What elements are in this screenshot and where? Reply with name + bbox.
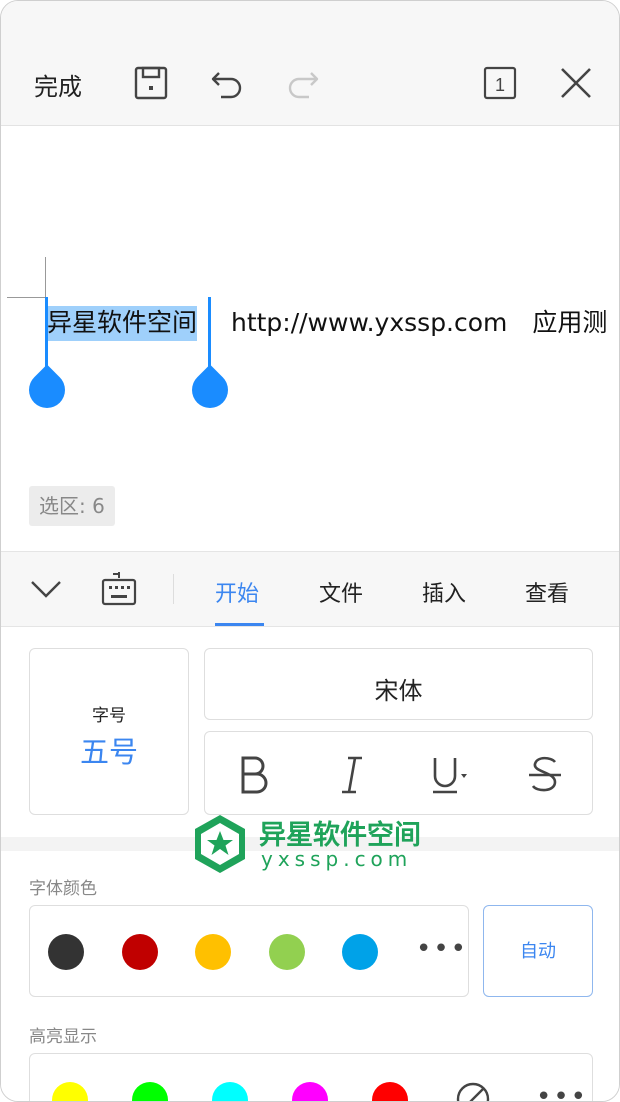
close-icon[interactable] <box>556 63 596 103</box>
save-icon[interactable] <box>131 63 171 103</box>
tab-home[interactable]: 开始 <box>215 576 259 608</box>
font-color-swatch[interactable] <box>342 934 378 970</box>
undo-icon[interactable] <box>207 63 247 103</box>
font-color-swatch[interactable] <box>122 934 158 970</box>
highlight-title: 高亮显示 <box>29 1027 97 1047</box>
strikethrough-icon[interactable] <box>525 752 565 800</box>
collapse-chevron-icon[interactable] <box>29 574 63 608</box>
app-window: 完成 1 异星软件空间 http://www.yxssp.com 应用测 选区:… <box>0 0 620 1102</box>
selection-count-badge: 选区: 6 <box>29 486 115 526</box>
highlight-swatch[interactable] <box>292 1082 328 1101</box>
tab-view[interactable]: 查看 <box>525 576 569 608</box>
highlight-swatch[interactable] <box>212 1082 248 1101</box>
font-size-value: 五号 <box>79 735 138 769</box>
tab-file[interactable]: 文件 <box>319 576 363 608</box>
selection-start-handle[interactable] <box>21 364 73 416</box>
top-toolbar: 完成 1 <box>1 1 619 126</box>
ribbon-tab-bar: 开始 文件 插入 查看 <box>1 551 619 627</box>
font-size-button[interactable]: 字号 五号 <box>29 648 189 815</box>
more-highlight-colors-button[interactable]: ••• <box>536 1082 588 1101</box>
more-font-colors-button[interactable]: ••• <box>416 934 468 964</box>
selection-end-handle[interactable] <box>184 364 236 416</box>
font-color-swatch[interactable] <box>195 934 231 970</box>
active-tab-indicator <box>215 623 264 626</box>
auto-color-button[interactable]: 自动 <box>483 905 593 997</box>
highlight-swatch[interactable] <box>52 1082 88 1101</box>
document-text-line[interactable]: 异星软件空间 http://www.yxssp.com 应用测 <box>47 303 608 341</box>
keyboard-icon[interactable] <box>101 570 137 612</box>
bold-icon[interactable] <box>233 752 273 800</box>
highlight-palette: ••• <box>29 1053 593 1101</box>
document-text: http://www.yxssp.com 应用测 <box>230 308 608 337</box>
font-color-swatch[interactable] <box>48 934 84 970</box>
watermark-url: yxssp.com <box>261 847 413 871</box>
watermark-logo-icon <box>191 813 249 879</box>
italic-icon[interactable] <box>332 752 372 800</box>
highlight-swatch[interactable] <box>132 1082 168 1101</box>
selected-text[interactable]: 异星软件空间 <box>47 306 198 341</box>
font-color-title: 字体颜色 <box>29 879 97 899</box>
font-size-label: 字号 <box>92 706 126 726</box>
page-indicator: 1 <box>495 75 505 95</box>
highlight-swatch[interactable] <box>372 1082 408 1101</box>
no-highlight-icon[interactable] <box>454 1080 492 1101</box>
text-style-group <box>204 731 593 815</box>
underline-icon[interactable] <box>427 752 471 800</box>
done-button[interactable]: 完成 <box>34 67 82 102</box>
cursor-crosshair-horizontal <box>7 297 47 298</box>
font-family-select[interactable]: 宋体 <box>204 648 593 720</box>
font-color-swatch[interactable] <box>269 934 305 970</box>
font-family-value: 宋体 <box>374 677 423 705</box>
document-canvas[interactable]: 异星软件空间 http://www.yxssp.com 应用测 选区: 6 <box>1 127 619 551</box>
page-count-icon[interactable]: 1 <box>480 63 520 103</box>
cursor-crosshair-vertical <box>45 257 46 299</box>
tab-divider <box>173 574 174 604</box>
tab-insert[interactable]: 插入 <box>422 576 466 608</box>
watermark: 异星软件空间 yxssp.com <box>191 813 451 877</box>
font-color-palette: ••• <box>29 905 469 997</box>
redo-icon[interactable] <box>283 63 323 103</box>
